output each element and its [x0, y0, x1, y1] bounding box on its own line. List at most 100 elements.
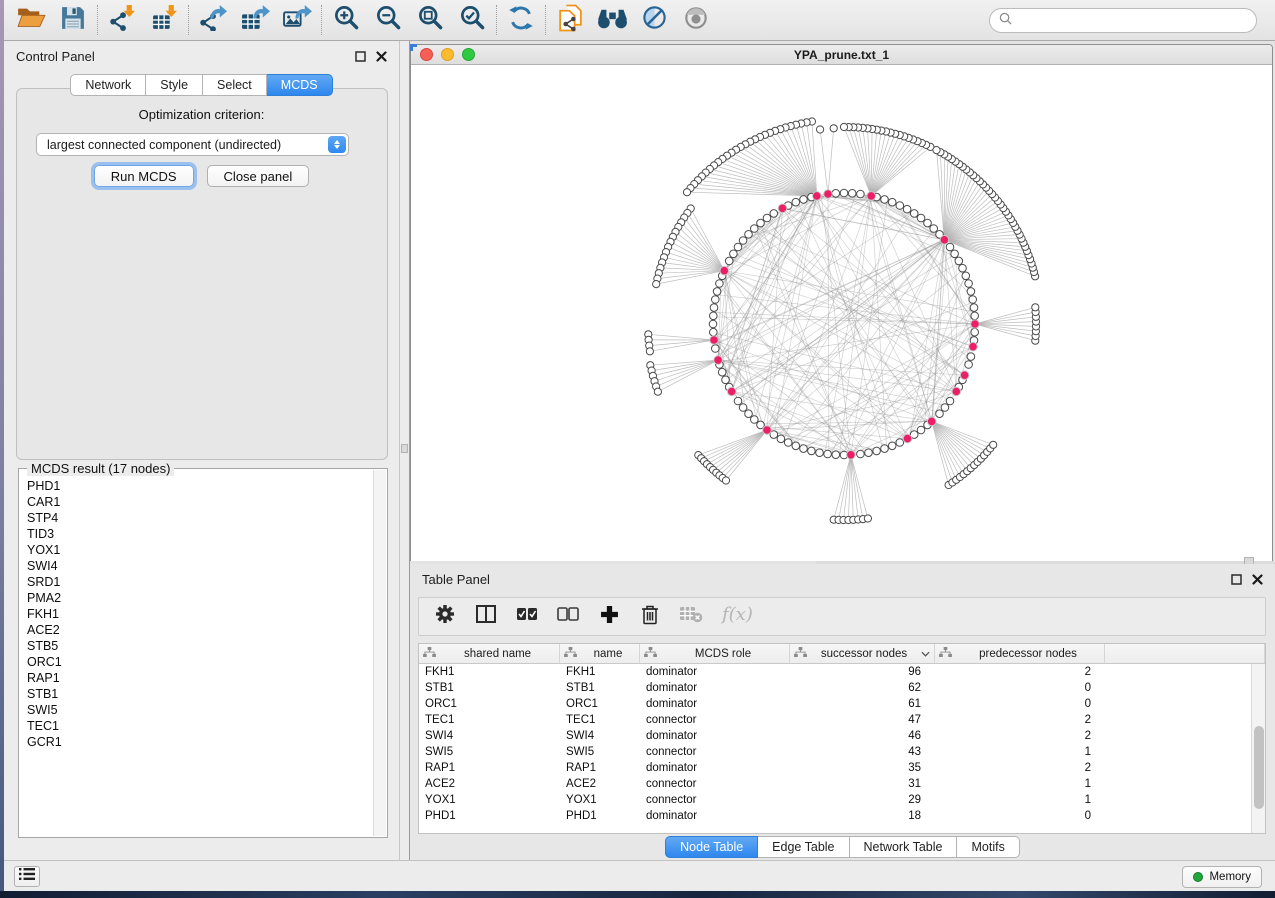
- network-window-titlebar[interactable]: YPA_prune.txt_1: [411, 45, 1272, 65]
- close-panel-icon[interactable]: [1252, 574, 1263, 585]
- zoom-out-button[interactable]: [367, 2, 409, 38]
- import-network-button[interactable]: [101, 2, 143, 38]
- splitter-grip[interactable]: [401, 444, 408, 453]
- mcds-result-item[interactable]: FKH1: [27, 606, 372, 622]
- zoom-in-icon: [333, 4, 360, 36]
- column-header-shared-name[interactable]: shared name: [419, 644, 560, 663]
- table-row[interactable]: PHD1PHD1dominator180: [419, 808, 1265, 824]
- table-body: FKH1FKH1dominator962STB1STB1dominator620…: [419, 664, 1265, 824]
- mcds-result-item[interactable]: SWI4: [27, 558, 372, 574]
- tab-style[interactable]: Style: [146, 74, 203, 96]
- mcds-result-item[interactable]: TID3: [27, 526, 372, 542]
- mcds-result-item[interactable]: STP4: [27, 510, 372, 526]
- export-table-button[interactable]: [234, 2, 276, 38]
- export-network-button[interactable]: [192, 2, 234, 38]
- column-header-name[interactable]: name: [560, 644, 640, 663]
- mcds-result-scrollbar[interactable]: [373, 470, 386, 836]
- import-table-button[interactable]: [143, 2, 185, 38]
- mcds-result-item[interactable]: STB1: [27, 686, 372, 702]
- table-row[interactable]: SWI5SWI5connector431: [419, 744, 1265, 760]
- cell-successor-nodes: 29: [790, 794, 935, 806]
- column-layout-button[interactable]: [474, 603, 498, 631]
- export-image-button[interactable]: [276, 2, 318, 38]
- tab-node-table[interactable]: Node Table: [665, 836, 758, 858]
- show-graphics-details-button[interactable]: [675, 2, 717, 38]
- mcds-result-item[interactable]: PHD1: [27, 478, 372, 494]
- table-row[interactable]: STB1STB1dominator620: [419, 680, 1265, 696]
- mcds-result-item[interactable]: PMA2: [27, 590, 372, 606]
- table-row[interactable]: FKH1FKH1dominator962: [419, 664, 1265, 680]
- table-row[interactable]: RAP1RAP1dominator352: [419, 760, 1265, 776]
- network-canvas[interactable]: [411, 66, 1272, 561]
- column-header-predecessor-nodes[interactable]: predecessor nodes: [935, 644, 1105, 663]
- vertical-splitter[interactable]: [400, 41, 410, 860]
- cell-name: TEC1: [560, 714, 640, 726]
- mcds-result-item[interactable]: STB5: [27, 638, 372, 654]
- save-session-button[interactable]: [52, 2, 94, 38]
- zoom-fit-button[interactable]: [409, 2, 451, 38]
- mcds-result-item[interactable]: TEC1: [27, 718, 372, 734]
- task-history-button[interactable]: [14, 866, 40, 887]
- column-header-MCDS-role[interactable]: MCDS role: [640, 644, 790, 663]
- search-input[interactable]: [1017, 14, 1256, 28]
- network-graph[interactable]: [411, 66, 1272, 561]
- mcds-result-item[interactable]: SRD1: [27, 574, 372, 590]
- float-panel-icon[interactable]: [355, 51, 366, 62]
- table-row[interactable]: YOX1YOX1connector291: [419, 792, 1265, 808]
- add-column-button[interactable]: [597, 603, 621, 631]
- table-row[interactable]: SWI4SWI4dominator462: [419, 728, 1265, 744]
- desktop-wallpaper-bottom: [0, 891, 1275, 898]
- column-header-successor-nodes[interactable]: successor nodes: [790, 644, 935, 663]
- mcds-result-item[interactable]: SWI5: [27, 702, 372, 718]
- cell-shared-name: ACE2: [419, 778, 560, 790]
- table-row[interactable]: TEC1TEC1connector472: [419, 712, 1265, 728]
- share-network-document-button[interactable]: [549, 2, 591, 38]
- search-network-button[interactable]: [591, 2, 633, 38]
- cell-name: PHD1: [560, 810, 640, 822]
- select-all-rows-button[interactable]: [515, 603, 539, 631]
- open-session-icon: [17, 5, 46, 35]
- cell-MCDS-role: dominator: [640, 730, 790, 742]
- refresh-view-button[interactable]: [500, 2, 542, 38]
- add-column-icon: [600, 605, 619, 629]
- deselect-all-rows-button[interactable]: [556, 603, 580, 631]
- hide-graphics-details-button[interactable]: [633, 2, 675, 38]
- open-session-button[interactable]: [10, 2, 52, 38]
- mcds-result-item[interactable]: GCR1: [27, 734, 372, 750]
- optimization-criterion-dropdown[interactable]: largest connected component (undirected): [36, 133, 349, 156]
- float-panel-icon[interactable]: [1231, 574, 1242, 585]
- cell-successor-nodes: 35: [790, 762, 935, 774]
- run-mcds-button[interactable]: Run MCDS: [94, 165, 194, 187]
- tab-mcds[interactable]: MCDS: [267, 74, 333, 96]
- zoom-selected-icon: [459, 4, 486, 36]
- optimization-criterion-label: Optimization criterion:: [4, 107, 399, 122]
- zoom-in-button[interactable]: [325, 2, 367, 38]
- deselect-all-rows-icon: [557, 607, 579, 626]
- table-row[interactable]: ORC1ORC1dominator610: [419, 696, 1265, 712]
- mcds-result-item[interactable]: CAR1: [27, 494, 372, 510]
- delete-columns-button[interactable]: [638, 603, 662, 631]
- scrollbar-thumb[interactable]: [1254, 726, 1264, 809]
- tab-motifs[interactable]: Motifs: [957, 836, 1019, 858]
- tab-network[interactable]: Network: [70, 74, 146, 96]
- mcds-result-item[interactable]: ORC1: [27, 654, 372, 670]
- search-box[interactable]: [989, 8, 1257, 33]
- cell-successor-nodes: 46: [790, 730, 935, 742]
- tab-select[interactable]: Select: [203, 74, 267, 96]
- table-row[interactable]: ACE2ACE2connector311: [419, 776, 1265, 792]
- close-panel-button[interactable]: Close panel: [207, 165, 310, 187]
- mcds-result-item[interactable]: RAP1: [27, 670, 372, 686]
- mcds-result-item[interactable]: ACE2: [27, 622, 372, 638]
- tab-network-table[interactable]: Network Table: [850, 836, 958, 858]
- tab-edge-table[interactable]: Edge Table: [758, 836, 849, 858]
- zoom-selected-button[interactable]: [451, 2, 493, 38]
- control-panel-title: Control Panel: [16, 49, 345, 64]
- close-panel-icon[interactable]: [376, 51, 387, 62]
- cell-MCDS-role: connector: [640, 714, 790, 726]
- table-settings-button[interactable]: [433, 603, 457, 631]
- memory-status-dot: [1193, 872, 1203, 882]
- mcds-result-item[interactable]: YOX1: [27, 542, 372, 558]
- memory-button[interactable]: Memory: [1182, 866, 1262, 888]
- table-scrollbar[interactable]: [1251, 664, 1265, 833]
- cell-shared-name: FKH1: [419, 666, 560, 678]
